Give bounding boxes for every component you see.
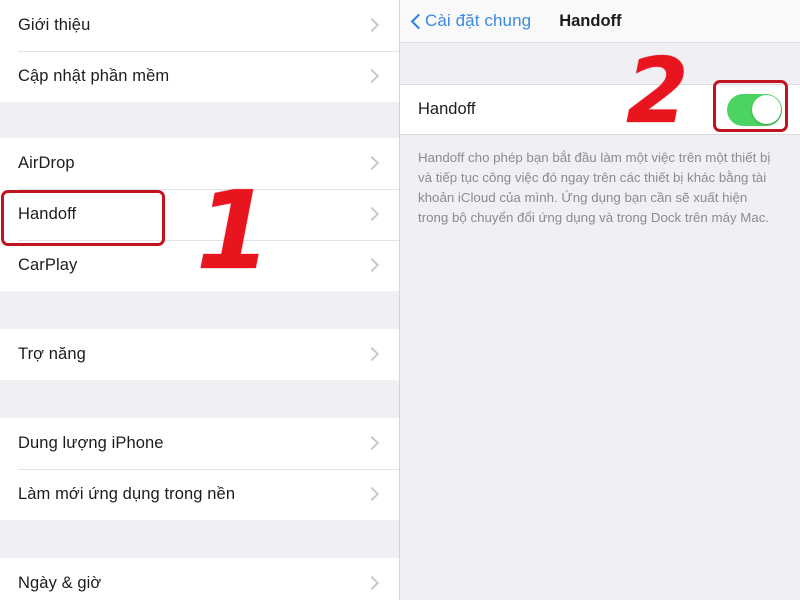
settings-row-label: Làm mới ứng dụng trong nền: [18, 485, 236, 503]
settings-row-label: Ngày & giờ: [18, 574, 102, 592]
section-gap: [0, 102, 399, 138]
settings-row-label: Handoff: [18, 205, 77, 223]
settings-row-label: Giới thiệu: [18, 16, 91, 34]
chevron-right-icon: [367, 435, 377, 452]
section-gap: [400, 43, 800, 85]
settings-group-4: Dung lượng iPhone Làm mới ứng dụng trong…: [0, 418, 399, 520]
settings-row-handoff[interactable]: Handoff: [0, 189, 399, 240]
settings-row-airdrop[interactable]: AirDrop: [0, 138, 399, 189]
settings-row-label: CarPlay: [18, 256, 78, 274]
settings-row-label: AirDrop: [18, 154, 75, 172]
chevron-right-icon: [367, 257, 377, 274]
chevron-right-icon: [367, 155, 377, 172]
handoff-toggle-switch[interactable]: [727, 93, 782, 126]
settings-group-1: Giới thiệu Cập nhật phần mềm: [0, 0, 399, 102]
handoff-toggle-row[interactable]: Handoff: [400, 85, 800, 135]
settings-row-iphone-storage[interactable]: Dung lượng iPhone: [0, 418, 399, 469]
settings-row-background-app-refresh[interactable]: Làm mới ứng dụng trong nền: [0, 469, 399, 520]
settings-row-carplay[interactable]: CarPlay: [0, 240, 399, 291]
page-title: Handoff: [559, 11, 622, 30]
chevron-left-icon: [410, 11, 422, 31]
navigation-bar: Cài đặt chung Handoff: [400, 0, 800, 43]
settings-row-about[interactable]: Giới thiệu: [0, 0, 399, 51]
handoff-detail-pane: Cài đặt chung Handoff Handoff Handoff ch…: [400, 0, 800, 600]
settings-row-label: Cập nhật phần mềm: [18, 67, 170, 85]
settings-row-software-update[interactable]: Cập nhật phần mềm: [0, 51, 399, 102]
chevron-right-icon: [367, 206, 377, 223]
toggle-knob: [751, 95, 781, 124]
section-gap: [0, 291, 399, 329]
handoff-description: Handoff cho phép bạn bắt đầu làm một việ…: [400, 135, 800, 228]
chevron-right-icon: [367, 486, 377, 503]
chevron-right-icon: [367, 575, 377, 592]
back-button-label: Cài đặt chung: [425, 11, 532, 30]
chevron-right-icon: [367, 17, 377, 34]
screenshot-root: Giới thiệu Cập nhật phần mềm AirDrop Han…: [0, 0, 800, 600]
settings-row-label: Dung lượng iPhone: [18, 434, 164, 452]
settings-group-2: AirDrop Handoff CarPlay: [0, 138, 399, 291]
settings-row-label: Trợ năng: [18, 345, 86, 363]
chevron-right-icon: [367, 346, 377, 363]
settings-group-5: Ngày & giờ: [0, 558, 399, 600]
section-gap: [0, 520, 399, 558]
settings-row-accessibility[interactable]: Trợ năng: [0, 329, 399, 380]
section-gap: [0, 380, 399, 418]
chevron-right-icon: [367, 68, 377, 85]
settings-group-3: Trợ năng: [0, 329, 399, 380]
handoff-row-label: Handoff: [418, 100, 476, 118]
back-button[interactable]: Cài đặt chung: [410, 11, 531, 31]
general-settings-list: Giới thiệu Cập nhật phần mềm AirDrop Han…: [0, 0, 400, 600]
settings-row-date-time[interactable]: Ngày & giờ: [0, 558, 399, 600]
